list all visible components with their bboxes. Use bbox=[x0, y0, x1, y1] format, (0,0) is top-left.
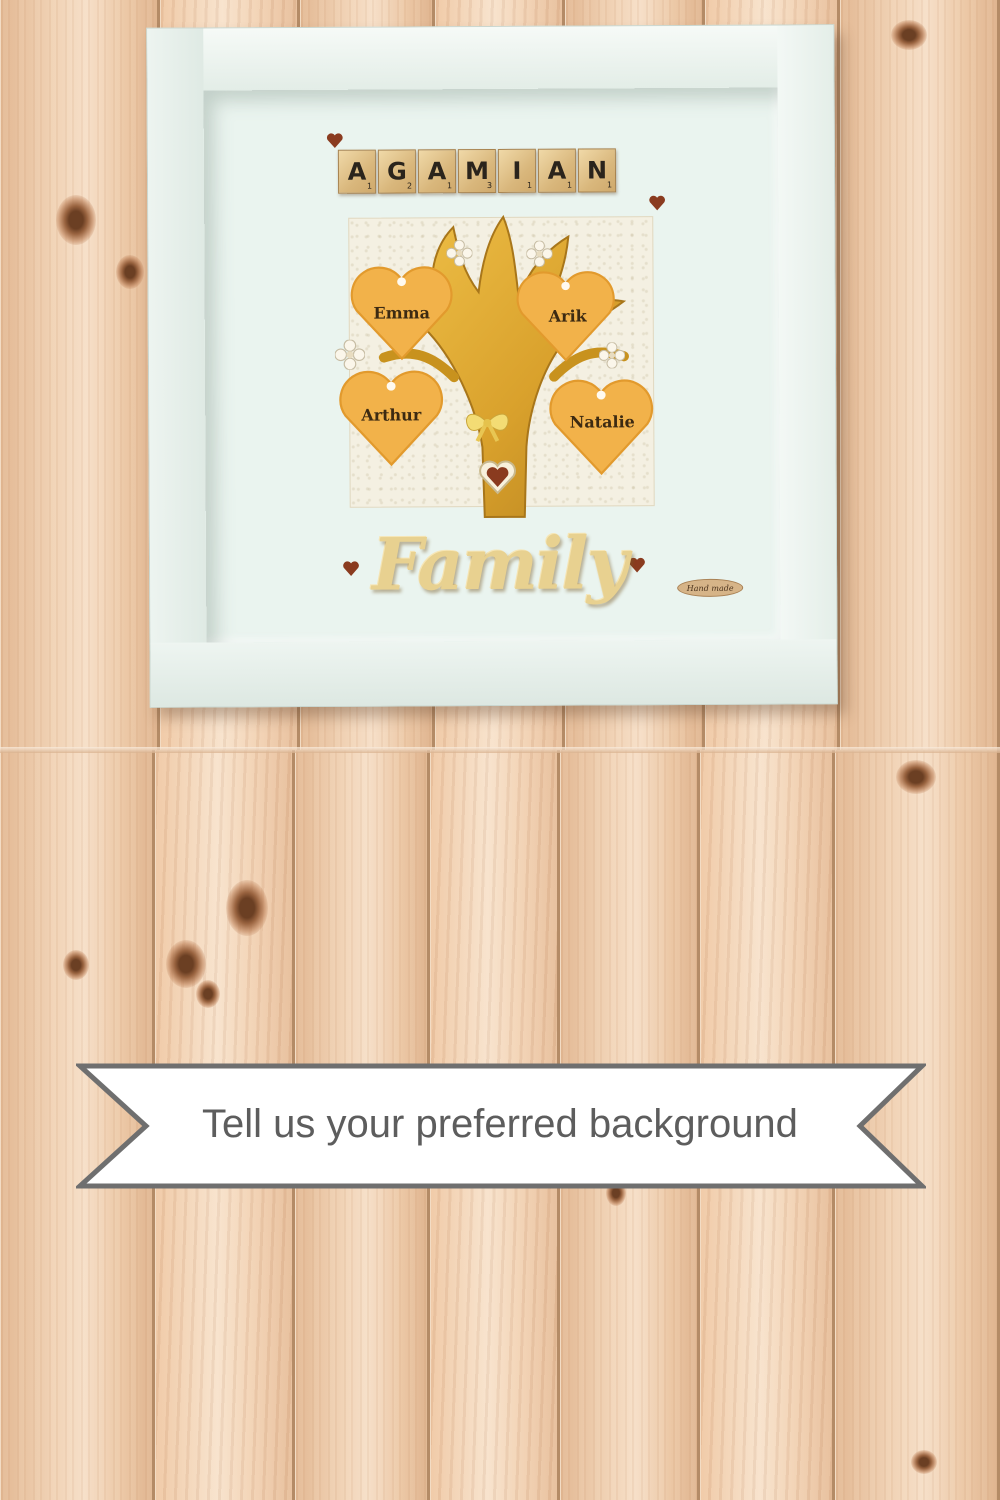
wood-knot bbox=[63, 950, 89, 980]
scrabble-tile: M3 bbox=[457, 148, 497, 194]
trunk-heart-icon bbox=[479, 460, 516, 495]
wood-plank bbox=[0, 0, 160, 750]
frame-edge bbox=[150, 639, 837, 707]
frame-edge bbox=[147, 28, 207, 707]
scrabble-tile: N1 bbox=[577, 148, 617, 193]
wood-knot bbox=[911, 1450, 937, 1474]
family-wooden-word: Family bbox=[371, 520, 627, 607]
wood-knot bbox=[166, 940, 206, 988]
heart-name-arik: Arik bbox=[548, 306, 587, 326]
scrabble-tile: A1 bbox=[337, 149, 377, 194]
heart-name-arthur: Arthur bbox=[361, 405, 422, 425]
wood-knot bbox=[196, 980, 220, 1008]
banner-text: Tell us your preferred background bbox=[202, 1102, 798, 1146]
scrabble-tile: A1 bbox=[537, 148, 577, 193]
wood-knot bbox=[896, 760, 936, 794]
wood-knot bbox=[226, 880, 268, 936]
surname-scrabble-tiles: A1 G2 A1 M3 I1 A1 N1 bbox=[337, 148, 617, 194]
wooden-heart-icon bbox=[629, 557, 645, 573]
image-seam bbox=[0, 747, 1000, 753]
wood-knot bbox=[891, 20, 927, 50]
scrabble-tile: A1 bbox=[417, 149, 457, 194]
heart-name-natalie: Natalie bbox=[569, 412, 635, 432]
ribbon-bow-icon bbox=[466, 413, 509, 442]
wooden-heart-icon bbox=[327, 133, 343, 149]
frame-edge bbox=[777, 25, 837, 704]
wood-knot bbox=[56, 195, 96, 245]
wood-plank bbox=[840, 0, 1000, 750]
wood-knot bbox=[116, 255, 144, 289]
heart-name-emma: Emma bbox=[373, 303, 430, 323]
scrabble-tile: G2 bbox=[377, 149, 417, 194]
wooden-heart-icon bbox=[343, 561, 359, 576]
shadow-box-frame: A1 G2 A1 M3 I1 A1 N1 Emma Arik Arthur Na… bbox=[146, 24, 838, 708]
frame-edge bbox=[147, 25, 834, 91]
scrabble-tile: I1 bbox=[497, 148, 537, 193]
